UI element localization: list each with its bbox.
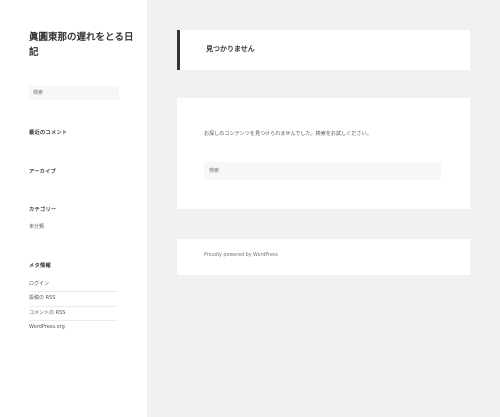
page-content: お探しのコンテンツを見つけられませんでした。検索をお試しください。 <box>177 98 470 209</box>
categories-heading: カテゴリー <box>29 207 57 213</box>
recent-comments-heading: 最近のコメント <box>29 130 68 136</box>
not-found-message: お探しのコンテンツを見つけられませんでした。検索をお試しください。 <box>204 131 372 137</box>
page-header: 見つかりません <box>177 30 470 70</box>
meta-link-login[interactable]: ログイン <box>29 278 117 293</box>
meta-link-wordpress-org[interactable]: WordPress.org <box>29 321 117 335</box>
sidebar-search-input[interactable] <box>29 86 119 100</box>
category-link-uncategorized[interactable]: 未分類 <box>29 223 44 230</box>
content-search-input[interactable] <box>204 162 441 180</box>
footer-credit-link[interactable]: Proudly powered by WordPress <box>204 253 278 258</box>
meta-link-posts-rss[interactable]: 投稿の RSS <box>29 292 117 307</box>
site-title[interactable]: 眞圓東那の遅れをとる日記 <box>29 30 134 60</box>
archives-heading: アーカイブ <box>29 169 57 175</box>
page-title: 見つかりません <box>206 45 255 53</box>
meta-link-comments-rss[interactable]: コメントの RSS <box>29 307 117 321</box>
site-footer: Proudly powered by WordPress <box>177 239 470 275</box>
sidebar: 眞圓東那の遅れをとる日記 最近のコメント アーカイブ カテゴリー 未分類 メタ情… <box>0 0 147 417</box>
meta-heading: メタ情報 <box>29 263 51 269</box>
meta-links-list: ログイン 投稿の RSS コメントの RSS WordPress.org <box>29 278 117 335</box>
